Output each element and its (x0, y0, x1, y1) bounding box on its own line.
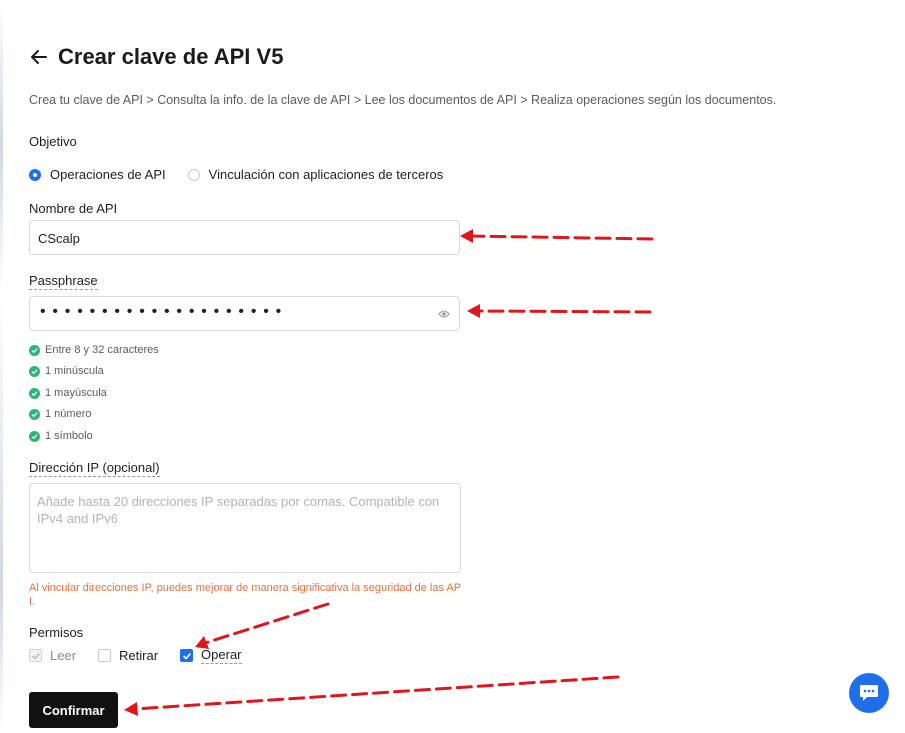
api-name-label: Nombre de API (29, 201, 118, 216)
radio-selected-icon (29, 168, 41, 181)
annotation-overlay (124, 229, 654, 716)
permission-withdraw-checkbox[interactable]: Retirar (98, 648, 158, 663)
passphrase-rule-length: Entre 8 y 32 caracteres (29, 344, 159, 356)
checkbox-disabled-checked-icon (29, 649, 42, 662)
objective-radio-group: Operaciones de API Vinculación con aplic… (29, 167, 465, 182)
check-circle-icon (29, 365, 40, 377)
permission-read-label: Leer (50, 648, 77, 663)
passphrase-rule-text: 1 símbolo (45, 430, 93, 442)
radio-third-party[interactable]: Vinculación con aplicaciones de terceros (187, 167, 444, 182)
permission-read-checkbox[interactable]: Leer (29, 648, 76, 663)
page-title: Crear clave de API V5 (58, 44, 284, 69)
radio-unselected-icon (187, 168, 200, 181)
api-name-value: CScalp (38, 231, 80, 246)
chat-button[interactable] (849, 673, 889, 713)
ip-textarea[interactable]: Añade hasta 20 direcciones IP separadas … (29, 483, 461, 573)
permission-withdraw-label: Retirar (119, 648, 159, 663)
radio-api-operations[interactable]: Operaciones de API (29, 167, 166, 182)
arrowhead-icon (467, 304, 480, 318)
passphrase-rule-text: Entre 8 y 32 caracteres (45, 344, 159, 356)
passphrase-rule-text: 1 minúscula (45, 365, 104, 377)
objective-label: Objetivo (29, 134, 77, 149)
api-name-input[interactable]: CScalp (29, 220, 460, 255)
passphrase-rule-symbol: 1 símbolo (29, 430, 93, 442)
ip-label-text: Dirección IP (opcional) (29, 460, 160, 477)
arrowhead-icon (124, 702, 138, 716)
radio-third-party-label: Vinculación con aplicaciones de terceros (208, 167, 444, 182)
checkbox-checked-icon (180, 649, 194, 662)
permission-trade-label: Operar (201, 647, 242, 664)
left-edge-strip (0, 0, 3, 733)
annotation-arrow-confirm (133, 675, 620, 711)
passphrase-rule-uppercase: 1 mayúscula (29, 387, 107, 399)
confirm-button[interactable]: Confirmar (29, 692, 118, 728)
check-circle-icon (29, 430, 40, 442)
checkbox-empty-icon (98, 649, 112, 662)
passphrase-rule-text: 1 número (45, 408, 92, 420)
title-row: Crear clave de API V5 (29, 44, 283, 70)
chat-bubble-icon (860, 685, 878, 701)
permission-trade-checkbox[interactable]: Operar (180, 647, 242, 664)
ip-placeholder: Añade hasta 20 direcciones IP separadas … (37, 494, 440, 526)
check-circle-icon (29, 344, 40, 356)
check-circle-icon (29, 387, 40, 399)
annotation-arrow-passphrase (476, 309, 652, 314)
passphrase-rule-lowercase: 1 minúscula (29, 365, 104, 377)
passphrase-label-text: Passphrase (29, 273, 98, 290)
permissions-group: Leer Retirar Operar (29, 647, 264, 664)
arrow-left-icon[interactable] (29, 47, 49, 67)
annotation-arrow-api-name (468, 234, 654, 241)
ip-label: Dirección IP (opcional) (29, 460, 160, 477)
passphrase-label: Passphrase (29, 273, 98, 290)
ip-warning-text: Al vincular direcciones IP, puedes mejor… (29, 582, 462, 608)
passphrase-input[interactable]: •••••••••••••••••••• (29, 296, 460, 331)
passphrase-rule-text: 1 mayúscula (45, 387, 107, 399)
passphrase-masked-value: •••••••••••••••••••• (40, 303, 289, 320)
eye-icon[interactable] (438, 309, 450, 319)
arrowhead-icon (460, 229, 473, 243)
check-circle-icon (29, 408, 40, 420)
permissions-label: Permisos (29, 625, 84, 640)
annotation-arrow-permission (203, 602, 330, 645)
passphrase-rule-number: 1 número (29, 408, 91, 420)
radio-api-operations-label: Operaciones de API (50, 167, 166, 182)
breadcrumb: Crea tu clave de API > Consulta la info.… (29, 93, 777, 107)
